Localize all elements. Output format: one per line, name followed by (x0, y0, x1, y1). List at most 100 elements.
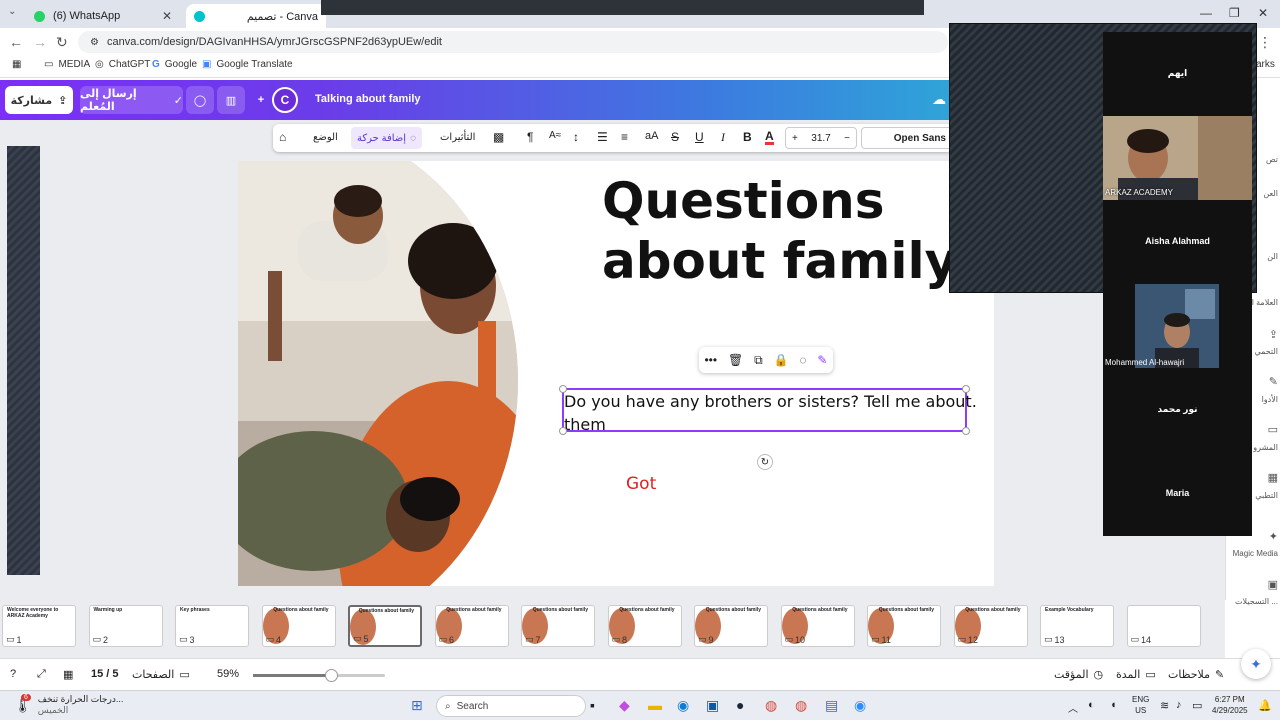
tab-whatsapp[interactable]: (6) WhatsApp ✕ (26, 4, 180, 28)
minimize-icon[interactable]: — (1200, 6, 1212, 20)
apps-grid-icon[interactable]: ▦ (12, 59, 21, 70)
address-bar[interactable]: ⚙ canva.com/design/DAGIvanHHSA/ymrJGrscG… (78, 31, 948, 53)
page-thumbnail[interactable]: Questions about family ▭ 11 (867, 605, 941, 647)
font-size-decrease[interactable]: − (844, 133, 850, 144)
strikethrough-button[interactable]: S (671, 130, 679, 144)
page-thumbnail[interactable]: Warming up ▭ 2 (88, 605, 163, 647)
position-button[interactable]: الوضع (313, 132, 338, 143)
duration-button[interactable]: المدة ▭ (1116, 668, 1156, 681)
comment-add-icon[interactable]: ◌ (799, 353, 806, 367)
paint-format-icon[interactable]: ⌂ (279, 130, 286, 144)
store-icon[interactable]: ▣ (706, 697, 719, 714)
tab-search-chevron-icon[interactable]: ⌄ (8, 6, 16, 17)
transparency-icon[interactable]: ▩ (493, 130, 504, 144)
page-thumbnail[interactable]: Questions about family ▭ 8 (607, 605, 682, 647)
comment-button[interactable]: ◯ (186, 86, 214, 114)
zoom-percent[interactable]: 59% (217, 668, 239, 680)
system-clock[interactable]: 6:27 PM 4/29/2025 (1212, 694, 1248, 716)
timer-button[interactable]: المؤقت ◷ (1054, 668, 1103, 681)
duplicate-icon[interactable]: ⧉ (754, 353, 763, 368)
participant-video[interactable]: ARKAZ ACADEMY (1103, 116, 1252, 200)
pages-button[interactable]: الصفحات ▭ (132, 668, 190, 681)
copilot-icon[interactable]: ◆ (619, 697, 630, 714)
resize-handle-top-left[interactable] (559, 385, 567, 393)
taskbar-search[interactable]: ⌕ Search (436, 695, 586, 717)
slide-question-text[interactable]: Do you have any brothers or sisters? Tel… (564, 390, 977, 436)
page-thumbnail[interactable]: Key phrases ▭ 3 (175, 605, 249, 647)
show-hidden-icons-icon[interactable]: ︿ (1068, 700, 1078, 715)
zoom-slider-knob[interactable] (324, 669, 338, 682)
add-collaborator-button[interactable]: + (250, 86, 272, 114)
slide-canvas[interactable]: Questions about family ••• 🗑 ⧉ 🔒 ◌ ✎ Do … (238, 161, 994, 586)
page-thumbnail[interactable]: Questions about family ▭ 5 (348, 605, 422, 647)
magic-write-icon[interactable]: ✎ (817, 353, 827, 367)
family-photo[interactable] (238, 161, 518, 586)
italic-button[interactable]: I (721, 130, 725, 145)
bookmark-chatgpt[interactable]: ◎ ChatGPT (95, 59, 150, 70)
language-indicator[interactable]: ENG US (1132, 694, 1149, 716)
resize-handle-bottom-right[interactable] (962, 427, 970, 435)
help-icon[interactable]: ? (10, 668, 16, 680)
bookmark-media[interactable]: ▭ MEDIA (44, 59, 90, 70)
rotate-handle-icon[interactable]: ↻ (757, 454, 773, 470)
send-to-teacher-button[interactable]: إرسال إلى المُعلم ✓ (80, 86, 183, 114)
font-size-increase[interactable]: + (792, 133, 798, 144)
steam-icon[interactable]: ● (736, 697, 744, 713)
file-explorer-icon[interactable]: ▬ (648, 697, 662, 713)
slide-title[interactable]: Questions about family (602, 171, 957, 291)
page-thumbnail[interactable]: Example Vocabulary ▭ 13 (1040, 605, 1114, 647)
notifications-icon[interactable]: 🔔 (1258, 699, 1272, 712)
browser-menu-icon[interactable]: ⋮ (1258, 34, 1272, 51)
avatar[interactable]: C (272, 87, 298, 113)
page-thumbnail[interactable]: Welcome everyone to ARKAZ Academy ▭ 1 (2, 605, 76, 647)
fullscreen-icon[interactable]: ⤢ (37, 668, 46, 681)
weather-widget[interactable]: 🌡 6 درجات الحرارة تنخف... الخميس (14, 693, 123, 716)
chrome-icon[interactable]: ◍ (765, 697, 777, 714)
participant-video[interactable] (1135, 284, 1219, 368)
speaker-icon[interactable]: ◖ (1110, 699, 1117, 711)
page-thumbnail[interactable]: Questions about family ▭ 6 (434, 605, 509, 647)
list-icon[interactable]: ☰ (597, 130, 608, 144)
page-thumbnail[interactable]: Questions about family ▭ 9 (694, 605, 768, 647)
rail-item-projects[interactable]: المشرو (1253, 443, 1278, 452)
delete-icon[interactable]: 🗑 (728, 353, 743, 367)
page-thumbnail[interactable]: ▭ 14 (1126, 605, 1201, 647)
font-size-stepper[interactable]: + 31.7 − (785, 127, 857, 149)
underline-button[interactable]: U (695, 130, 704, 144)
page-thumbnail[interactable]: Questions about family ▭ 12 (953, 605, 1028, 647)
line-spacing-icon[interactable]: ↕ (573, 130, 579, 144)
rail-item-text[interactable]: الن (1267, 252, 1278, 261)
restore-icon[interactable]: ❐ (1229, 6, 1240, 20)
effects-button[interactable]: التأثيرات (440, 132, 475, 143)
share-button[interactable]: مشاركة ⇪ (5, 86, 73, 114)
tab-canva[interactable]: تصميم - Canva (186, 4, 326, 28)
rail-item-recordings[interactable]: التسجيلات ... (1235, 597, 1278, 606)
bookmark-google-translate[interactable]: ▣ Google Translate (202, 59, 293, 70)
bookmarks-overflow[interactable]: arks (1256, 59, 1275, 70)
rail-item-apps[interactable]: التطبي (1255, 491, 1278, 500)
edge-icon[interactable]: ◉ (677, 697, 689, 714)
selected-text-box[interactable]: Do you have any brothers or sisters? Tel… (559, 385, 977, 435)
text-color-icon[interactable]: A (765, 130, 774, 145)
site-info-icon[interactable]: ⚙ (90, 37, 99, 48)
text-case-button[interactable]: aA (645, 130, 658, 142)
lock-icon[interactable]: 🔒 (774, 353, 789, 367)
rail-item-tools[interactable]: الأدوا (1262, 395, 1278, 404)
bold-button[interactable]: B (743, 130, 752, 144)
document-title[interactable]: Talking about family (315, 93, 421, 105)
notepad-icon[interactable]: ▤ (825, 697, 838, 714)
bookmark-google[interactable]: G Google (152, 59, 197, 70)
resize-handle-bottom-left[interactable] (559, 427, 567, 435)
font-family-select[interactable]: Open Sans (861, 127, 953, 149)
rail-item-design[interactable]: تص (1266, 155, 1278, 164)
network-icon[interactable]: ◐ (1088, 699, 1095, 711)
notes-button[interactable]: ملاحظات ✎ (1168, 668, 1224, 681)
zoom-slider[interactable] (253, 669, 385, 682)
animate-button[interactable]: إضافة حركة ◌ (351, 127, 423, 149)
zoom-app-icon[interactable]: ◉ (854, 697, 866, 714)
slide-got-text[interactable]: Got (626, 474, 656, 494)
wifi-icon[interactable]: ≋ (1160, 699, 1169, 712)
close-tab-icon[interactable]: ✕ (162, 9, 172, 23)
page-thumbnail[interactable]: Questions about family ▭ 4 (261, 605, 336, 647)
chrome-active-icon[interactable]: ◍ (795, 697, 807, 714)
